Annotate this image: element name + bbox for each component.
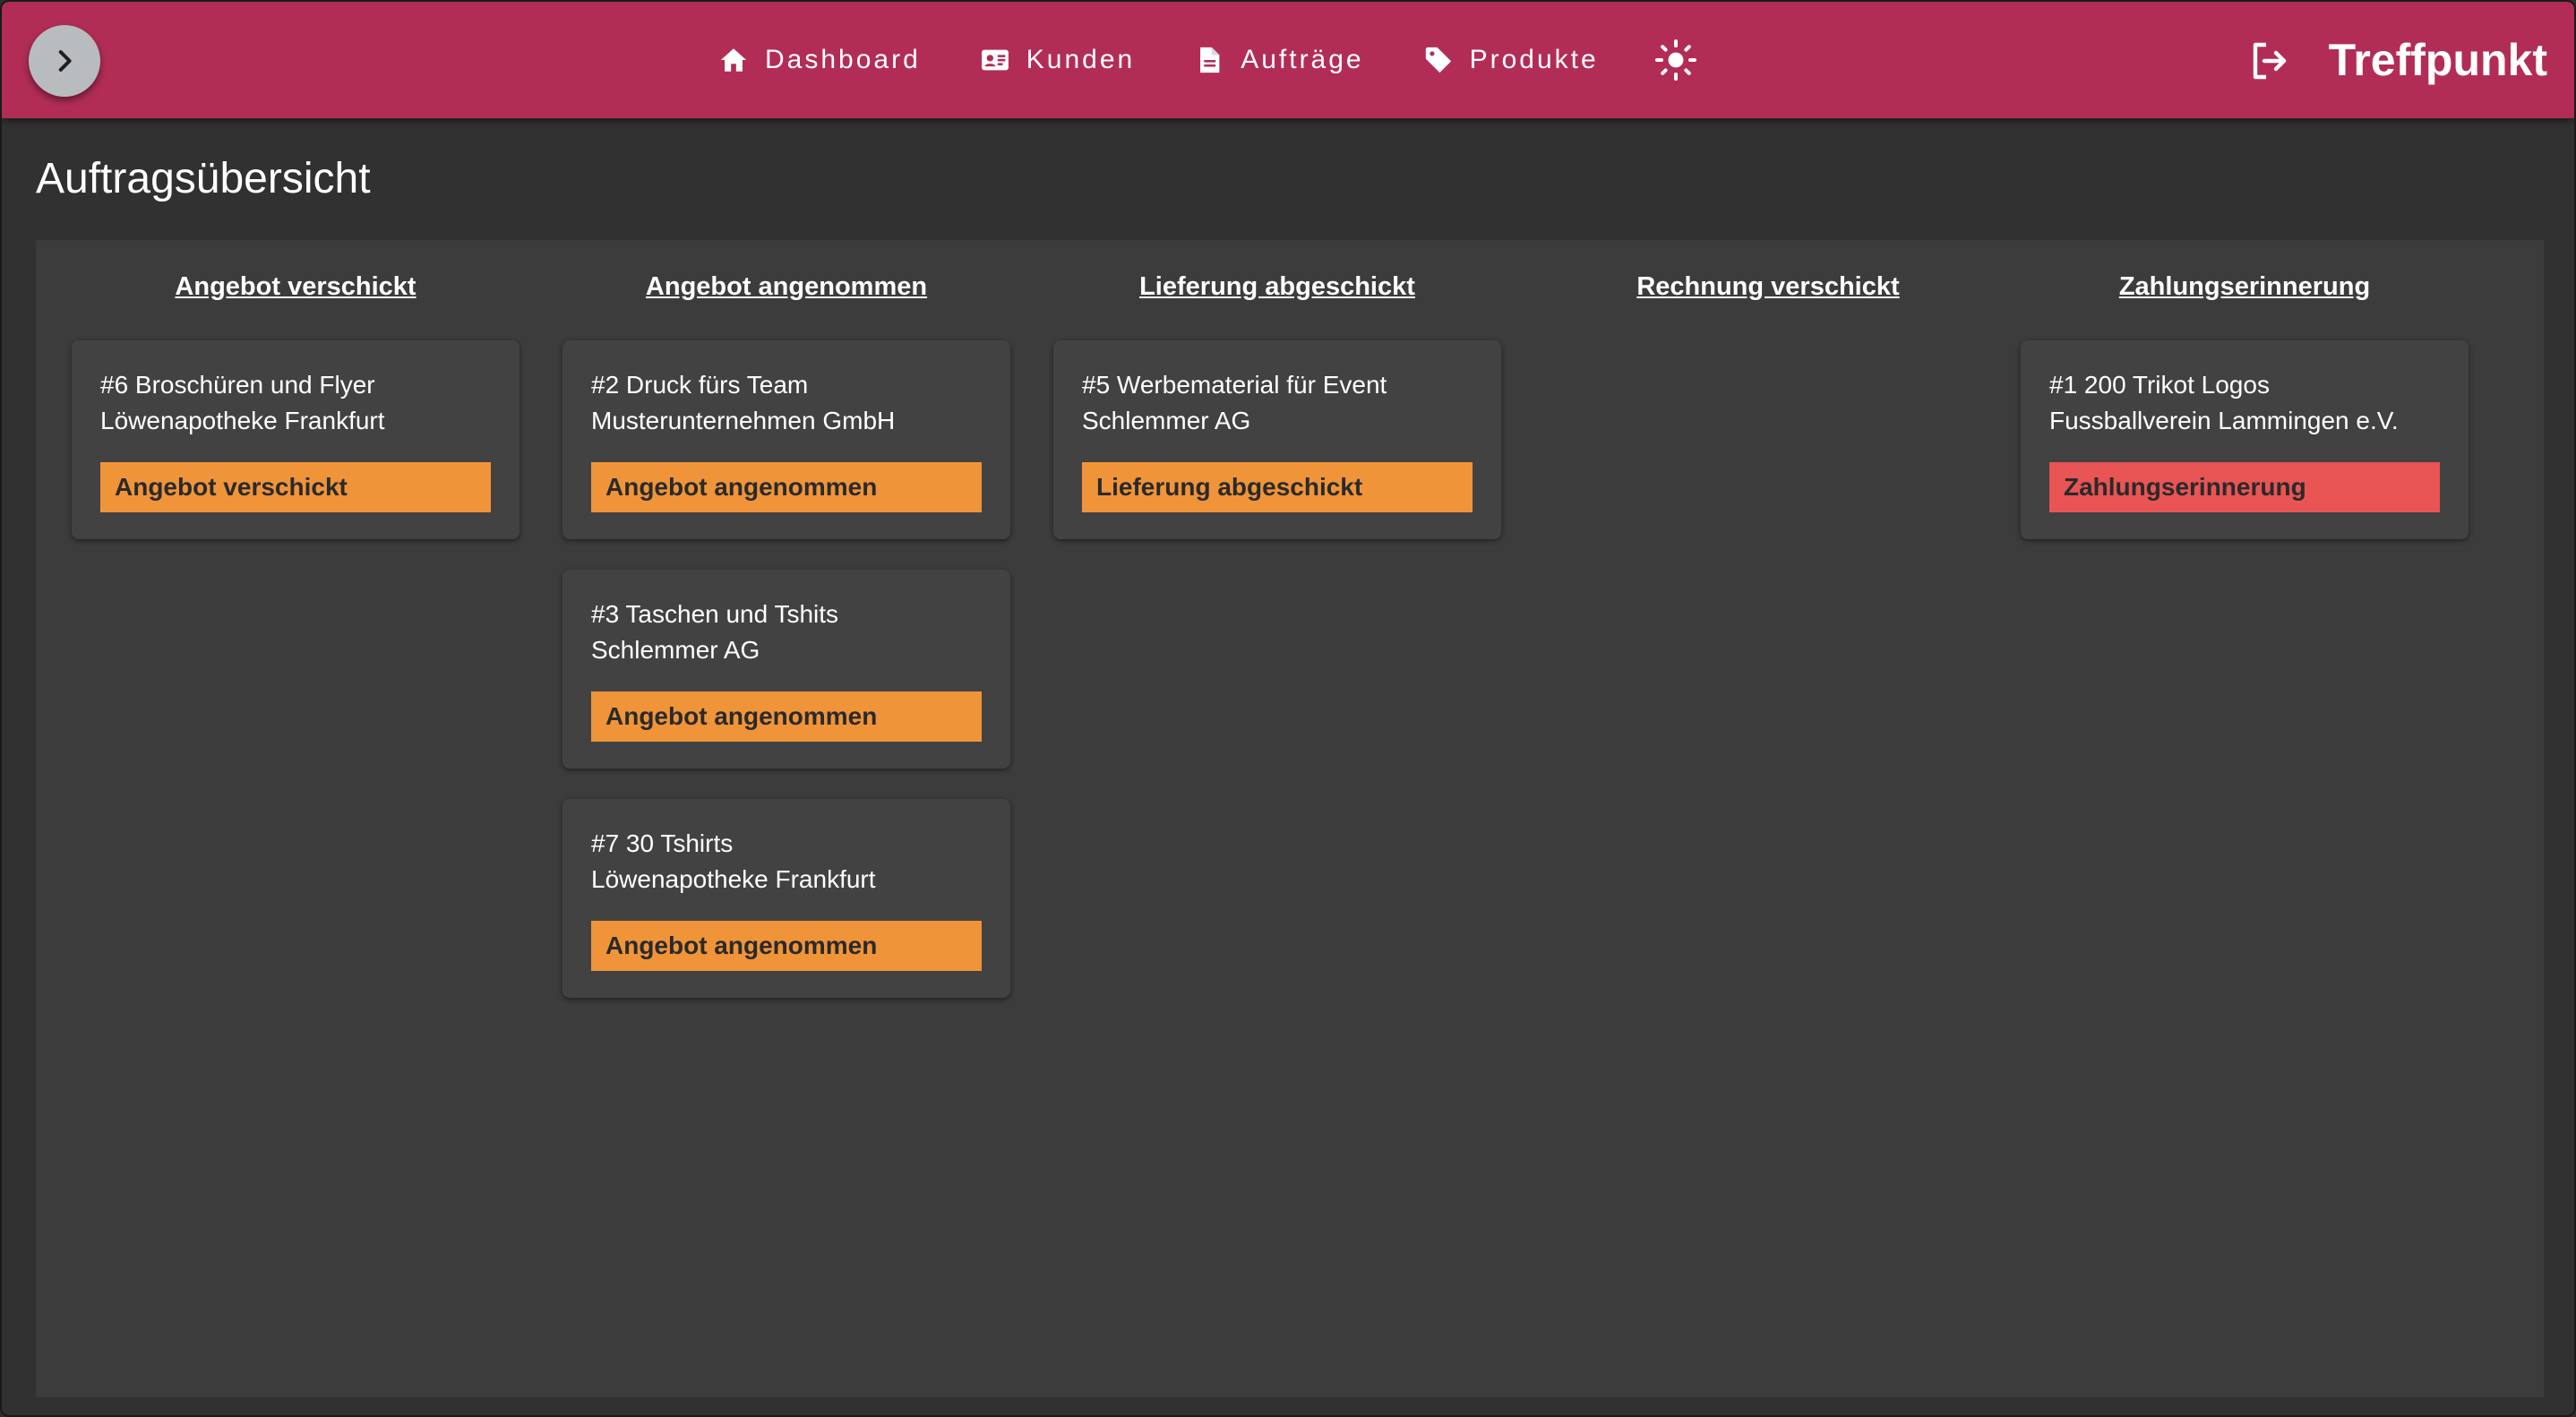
- home-icon: [718, 45, 749, 75]
- app-window: Dashboard Kunden Aufträge Produkte Treff…: [0, 0, 2576, 1417]
- logout-icon: [2253, 42, 2287, 80]
- nav-label-kunden: Kunden: [1026, 45, 1136, 74]
- status-badge: Angebot angenommen: [591, 921, 982, 971]
- order-customer: Löwenapotheke Frankfurt: [591, 865, 876, 893]
- order-title: #3 Taschen und Tshits: [591, 600, 839, 628]
- status-badge: Angebot angenommen: [591, 462, 982, 512]
- order-customer: Schlemmer AG: [1082, 407, 1251, 434]
- status-badge: Lieferung abgeschickt: [1082, 462, 1473, 512]
- sun-icon: [1654, 39, 1696, 81]
- main-nav: Dashboard Kunden Aufträge Produkte: [718, 2, 1697, 118]
- order-customer: Löwenapotheke Frankfurt: [100, 407, 385, 434]
- top-app-bar: Dashboard Kunden Aufträge Produkte Treff…: [2, 2, 2574, 118]
- column-title[interactable]: Lieferung abgeschickt: [1053, 272, 1501, 302]
- nav-label-dashboard: Dashboard: [765, 45, 921, 74]
- column-title[interactable]: Angebot angenommen: [562, 272, 1010, 302]
- order-customer: Schlemmer AG: [591, 636, 760, 664]
- order-title: #1 200 Trikot Logos: [2049, 371, 2270, 399]
- nav-item-produkte[interactable]: Produkte: [1423, 45, 1599, 75]
- brand-title: Treffpunkt: [2328, 35, 2547, 85]
- column-title[interactable]: Rechnung verschickt: [1544, 272, 1992, 302]
- order-card[interactable]: #6 Broschüren und Flyer Löwenapotheke Fr…: [72, 340, 519, 539]
- tag-icon: [1423, 45, 1454, 75]
- nav-label-auftraege: Aufträge: [1241, 45, 1364, 74]
- nav-label-produkte: Produkte: [1469, 45, 1599, 74]
- order-title: #7 30 Tshirts: [591, 829, 734, 857]
- kanban-board: Angebot verschickt #6 Broschüren und Fly…: [36, 240, 2544, 1397]
- order-card[interactable]: #5 Werbematerial für Event Schlemmer AG …: [1053, 340, 1501, 539]
- nav-item-kunden[interactable]: Kunden: [980, 45, 1135, 75]
- order-customer: Musterunternehmen GmbH: [591, 407, 896, 434]
- order-card[interactable]: #2 Druck fürs Team Musterunternehmen Gmb…: [562, 340, 1010, 539]
- order-title: #5 Werbematerial für Event: [1082, 371, 1387, 399]
- column-title[interactable]: Angebot verschickt: [72, 272, 519, 302]
- page-title: Auftragsübersicht: [36, 155, 371, 202]
- status-badge: Angebot verschickt: [100, 462, 491, 512]
- document-icon: [1194, 45, 1224, 75]
- order-customer: Fussballverein Lammingen e.V.: [2049, 407, 2399, 434]
- logout-button[interactable]: [2248, 39, 2291, 82]
- order-card[interactable]: #7 30 Tshirts Löwenapotheke Frankfurt An…: [562, 799, 1010, 998]
- order-title: #2 Druck fürs Team: [591, 371, 809, 399]
- column-title[interactable]: Zahlungserinnerung: [2021, 272, 2469, 302]
- order-card[interactable]: #3 Taschen und Tshits Schlemmer AG Angeb…: [562, 570, 1010, 769]
- theme-toggle-button[interactable]: [1654, 39, 1697, 82]
- sidebar-toggle-button[interactable]: [29, 25, 100, 97]
- status-badge: Angebot angenommen: [591, 691, 982, 742]
- status-badge: Zahlungserinnerung: [2049, 462, 2440, 512]
- order-title: #6 Broschüren und Flyer: [100, 371, 375, 399]
- nav-item-dashboard[interactable]: Dashboard: [718, 45, 921, 75]
- order-card[interactable]: #1 200 Trikot Logos Fussballverein Lammi…: [2021, 340, 2469, 539]
- nav-item-auftraege[interactable]: Aufträge: [1194, 45, 1363, 75]
- contact-card-icon: [980, 45, 1010, 75]
- chevron-right-icon: [58, 50, 72, 72]
